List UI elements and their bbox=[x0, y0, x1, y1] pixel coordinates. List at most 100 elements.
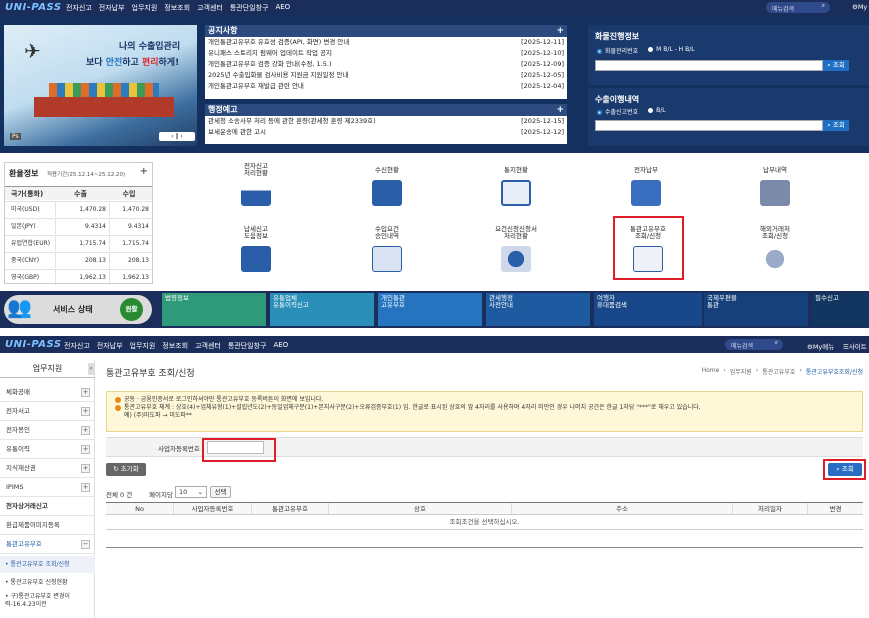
breadcrumb-item[interactable]: 업무지원 bbox=[730, 367, 752, 376]
nav-item[interactable]: 고객센터 bbox=[195, 341, 221, 351]
menu-payment-history[interactable]: 납부내역 bbox=[740, 167, 810, 206]
tile-required[interactable]: 필수신고 bbox=[812, 293, 869, 326]
menu-import-approval[interactable]: 수입요건 승인내역 bbox=[352, 226, 422, 272]
highlight-customs-code bbox=[613, 216, 684, 280]
nav-item[interactable]: 정보조회 bbox=[164, 3, 190, 13]
nav-item[interactable]: 전자납부 bbox=[97, 341, 123, 351]
expand-plus-icon[interactable]: + bbox=[81, 426, 90, 435]
nav-item[interactable]: 전자신고 bbox=[64, 341, 90, 351]
breadcrumb-item[interactable]: Home bbox=[702, 367, 720, 376]
collapse-minus-icon[interactable]: − bbox=[81, 540, 90, 549]
tile-distribution[interactable]: 유통업체 유통이력신고 bbox=[270, 293, 374, 326]
highlight-search-button bbox=[823, 459, 866, 480]
promo-banner[interactable]: ✈ 나의 수출입관리 보다 안전하고 편리하게! Ps ‹ ‖ › bbox=[4, 25, 197, 146]
more-plus-icon[interactable]: + bbox=[556, 104, 564, 116]
export-radio-group[interactable]: 수출신고번호 B/L bbox=[597, 107, 666, 116]
fx-title: 환율정보 bbox=[9, 169, 39, 178]
nav-item[interactable]: 전자신고 bbox=[66, 3, 92, 13]
menu-tax-help[interactable]: 납세신고 도움정보 bbox=[221, 226, 291, 272]
nav-item[interactable]: 업무지원 bbox=[132, 3, 158, 13]
notice-item[interactable]: 2025년 수출입화물 검사비용 지원금 지원일정 안내 [2025-12-05] bbox=[205, 70, 567, 81]
biz-reg-label: 사업자등록번호 bbox=[158, 445, 200, 453]
tile-intl-mail[interactable]: 국제우편물 통관 bbox=[704, 293, 808, 326]
unipass-logo[interactable]: UNI-PASS bbox=[5, 339, 62, 350]
radio-mrn[interactable]: 화물관리번호 bbox=[597, 46, 638, 55]
radio-export-no[interactable]: 수출신고번호 bbox=[597, 107, 638, 116]
sidebar-item-active[interactable]: 통관고유부호 − bbox=[0, 535, 95, 554]
breadcrumb-item[interactable]: 통관고유부호 bbox=[762, 367, 795, 376]
gear-icon bbox=[501, 246, 531, 272]
sidebar-subitem[interactable]: • 구)통관고유부호 변경이력-16.4.23이전 bbox=[0, 593, 90, 609]
tile-customs-admin[interactable]: 관세행정 사전안내 bbox=[486, 293, 590, 326]
notice-box: 공동 · 금융인증서로 로그인하셔야만 통관고유부호 등록버튼이 화면에 보입니… bbox=[106, 391, 863, 432]
notice-example: 예) (주)미도파 → 미도파** bbox=[124, 412, 192, 419]
cargo-search-button[interactable]: ⌕ 조회 bbox=[823, 60, 849, 71]
menu-receive-status[interactable]: 수신현황 bbox=[352, 167, 422, 206]
nav-item[interactable]: 통관단일창구 bbox=[228, 341, 267, 351]
radio-bl[interactable]: B/L bbox=[648, 107, 665, 116]
sidebar-item[interactable]: 전자상거래신고 bbox=[0, 497, 95, 516]
export-number-input[interactable] bbox=[595, 120, 823, 131]
expand-plus-icon[interactable]: + bbox=[81, 445, 90, 454]
notice-item[interactable]: 개인통관고유부호 유효성 검증(API, 화면) 변경 안내 [2025-12-1… bbox=[205, 37, 567, 48]
tile-personal-code[interactable]: 개인통관 고유부호 bbox=[378, 293, 482, 326]
more-plus-icon[interactable]: + bbox=[556, 25, 564, 37]
my-menu-link[interactable]: ⚙My메뉴 bbox=[807, 341, 834, 351]
expand-plus-icon[interactable]: + bbox=[81, 464, 90, 473]
nav-item[interactable]: 정보조회 bbox=[162, 341, 188, 351]
menu-e-declaration[interactable]: 전자신고 처리현황 bbox=[221, 163, 291, 206]
tile-traveler[interactable]: 여행자 휴대품검색 bbox=[594, 293, 702, 326]
sidebar-item[interactable]: 환급제품이미지등록 bbox=[0, 516, 95, 535]
sitemap-link[interactable]: ☰사이트 bbox=[843, 341, 867, 351]
notice-item[interactable]: 개인통관고유부호 재발급 관련 안내 [2025-12-04] bbox=[205, 81, 567, 92]
menu-search-input[interactable]: 메뉴검색 ⌕ bbox=[766, 2, 830, 13]
expand-plus-icon[interactable]: + bbox=[81, 407, 90, 416]
select-button[interactable]: 선택 bbox=[210, 486, 231, 498]
sidebar-item[interactable]: 유통이력 + bbox=[0, 440, 95, 459]
unipass-logo[interactable]: UNI-PASS bbox=[5, 2, 62, 13]
nav-item[interactable]: 전자납부 bbox=[99, 3, 125, 13]
breadcrumb-current: 통관고유부호조회/신청 bbox=[805, 369, 863, 376]
search-icon[interactable]: ⌕ bbox=[822, 2, 825, 10]
cargo-radio-group[interactable]: 화물관리번호 M B/L - H B/L bbox=[597, 46, 695, 55]
sidebar-item[interactable]: 체화공매 + bbox=[0, 383, 95, 402]
sidebar-subitem[interactable]: • 통관고유부호 신청현황 bbox=[0, 575, 95, 591]
menu-overseas-partner[interactable]: 해외거래처 조회/신청 bbox=[740, 226, 810, 272]
document-icon bbox=[501, 180, 531, 206]
fx-row: 영국(GBP) 1,962.13 1,962.13 bbox=[5, 269, 152, 285]
nav-item[interactable]: 통관단일창구 bbox=[230, 3, 269, 13]
notice-item[interactable]: 개인통관고유부호 검증 강화 안내(수정, 1.5.) [2025-12-09] bbox=[205, 59, 567, 70]
notice-item[interactable]: 관세청 소송사무 처리 등에 관한 훈령(관세청 훈령 제2339호) [2025… bbox=[205, 116, 567, 127]
menu-requirement-status[interactable]: 요건신청신청서 처리현황 bbox=[481, 226, 551, 272]
nav-item[interactable]: AEO bbox=[273, 341, 288, 351]
sidebar-item[interactable]: 전자서고 + bbox=[0, 402, 95, 421]
sidebar-item[interactable]: 전자봉인 + bbox=[0, 421, 95, 440]
menu-e-payment[interactable]: 전자납부 bbox=[611, 167, 681, 206]
tile-law[interactable]: 법령정보 bbox=[162, 293, 266, 326]
more-plus-icon[interactable]: + bbox=[140, 166, 148, 177]
reset-button[interactable]: ↻ 초기화 bbox=[106, 463, 146, 476]
menu-notice-status[interactable]: 통지현황 bbox=[481, 167, 551, 206]
col-header: 변경 bbox=[829, 505, 842, 513]
nav-item[interactable]: 업무지원 bbox=[130, 341, 156, 351]
banner-controls[interactable]: ‹ ‖ › bbox=[159, 132, 195, 141]
per-page-select[interactable]: 10 ⌄ bbox=[175, 486, 207, 498]
search-icon[interactable]: ⌕ bbox=[775, 339, 778, 347]
cargo-number-input[interactable] bbox=[595, 60, 823, 71]
sidebar-subitem-active[interactable]: • 통관고유부호 조회/신청 bbox=[0, 556, 95, 573]
collapse-arrow-icon[interactable]: ‹ bbox=[88, 363, 94, 375]
nav-item[interactable]: 고객센터 bbox=[197, 3, 223, 13]
chevron-down-icon: ⌄ bbox=[197, 488, 203, 496]
notice-item[interactable]: 보세운송에 관한 고시 [2025-12-12] bbox=[205, 127, 567, 138]
help-book-icon bbox=[241, 246, 271, 272]
export-search-button[interactable]: ⌕ 조회 bbox=[823, 120, 849, 131]
sidebar-item[interactable]: IPIMS + bbox=[0, 478, 95, 497]
nav-item[interactable]: AEO bbox=[275, 3, 290, 13]
notice-item[interactable]: 유니패스 스토리지 펌웨어 업데이트 작업 공지 [2025-12-10] bbox=[205, 48, 567, 59]
expand-plus-icon[interactable]: + bbox=[81, 388, 90, 397]
sidebar-item[interactable]: 지식재산권 + bbox=[0, 459, 95, 478]
my-menu-link[interactable]: ⚙My bbox=[852, 3, 867, 11]
menu-search-input[interactable]: 메뉴검색 ⌕ bbox=[725, 339, 783, 350]
radio-bl[interactable]: M B/L - H B/L bbox=[648, 46, 694, 55]
expand-plus-icon[interactable]: + bbox=[81, 483, 90, 492]
